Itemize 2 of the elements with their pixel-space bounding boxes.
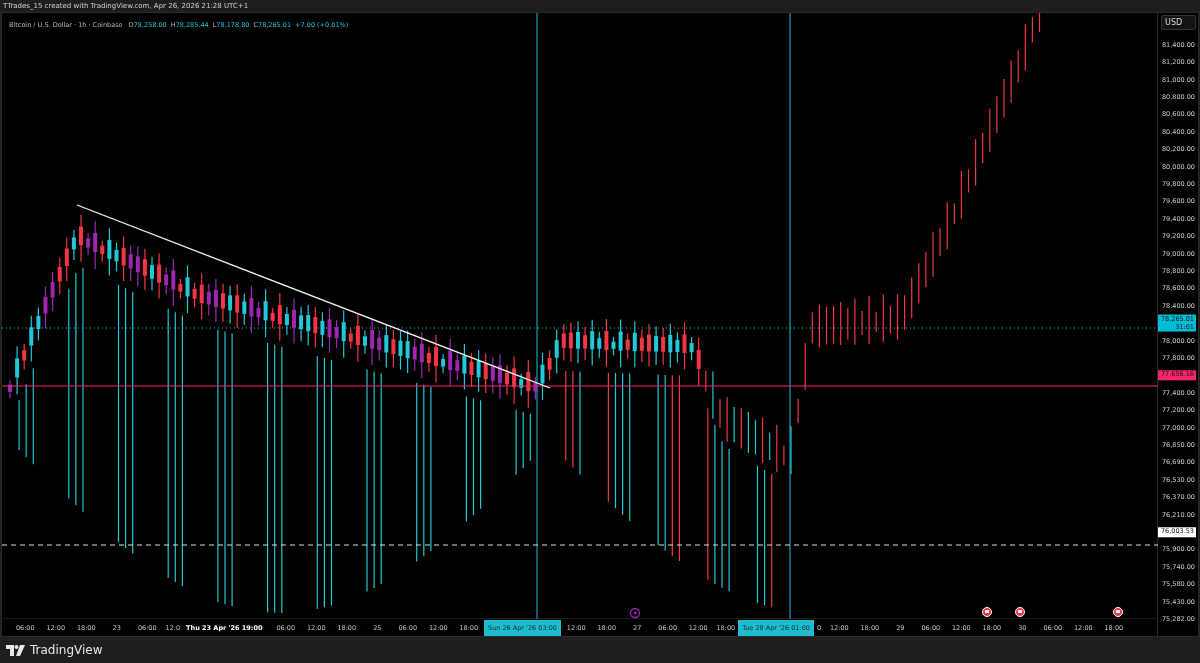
brand-name: TradingView — [30, 643, 103, 657]
currency-button[interactable]: USD — [1161, 15, 1196, 30]
